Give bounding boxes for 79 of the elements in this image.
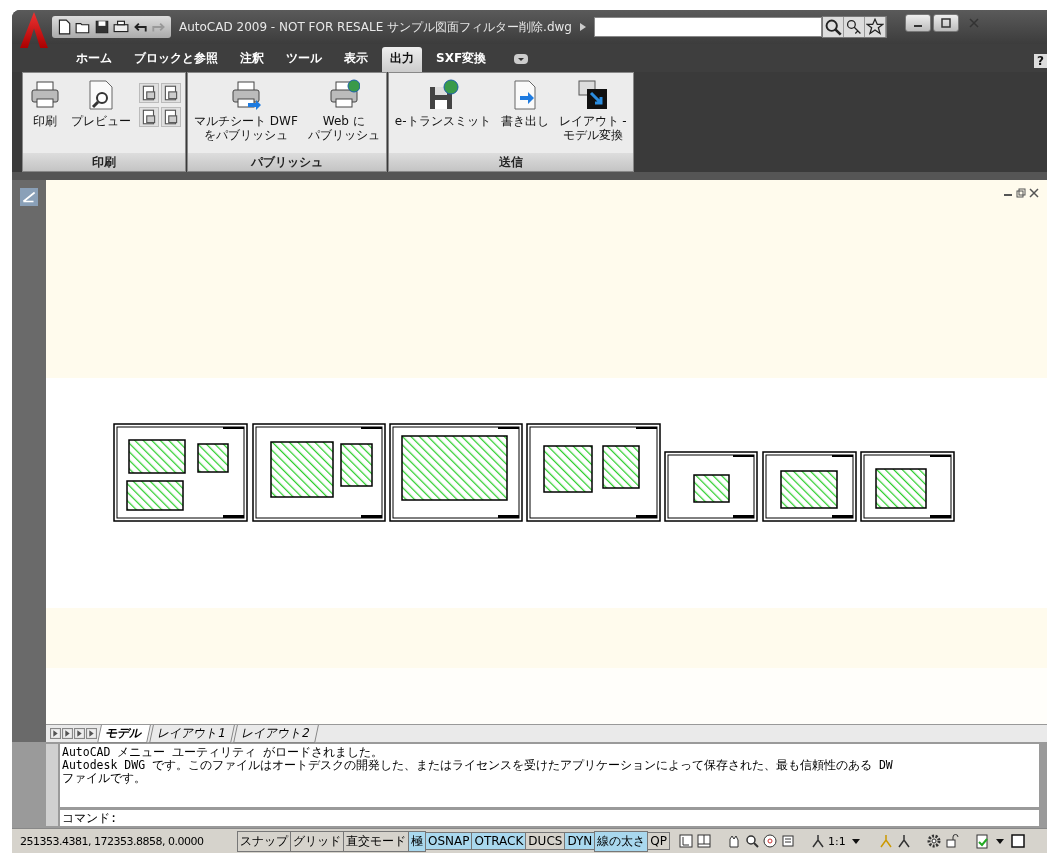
command-grip[interactable] bbox=[46, 744, 58, 826]
layout-icon[interactable] bbox=[695, 833, 712, 849]
maximize-button[interactable] bbox=[933, 14, 959, 32]
ribbon-tab[interactable]: ツール bbox=[278, 47, 330, 72]
panel-title: パブリッシュ bbox=[188, 153, 386, 171]
tab-scroll-button[interactable] bbox=[62, 728, 73, 739]
status-toggle[interactable]: スナップ bbox=[237, 830, 291, 852]
restore-icon[interactable] bbox=[1016, 188, 1026, 198]
status-toggle[interactable]: グリッド bbox=[290, 830, 344, 852]
annotation-scale[interactable]: 1:1 bbox=[827, 834, 846, 848]
close-icon[interactable] bbox=[1029, 188, 1039, 198]
layout-arrow-icon bbox=[576, 79, 609, 111]
printer-icon bbox=[29, 79, 61, 111]
autoscale-icon[interactable] bbox=[895, 833, 912, 849]
ribbon-button[interactable]: e-トランスミット bbox=[392, 79, 493, 128]
status-toggle[interactable]: 直交モード bbox=[343, 830, 409, 852]
minimize-button[interactable] bbox=[905, 14, 931, 32]
help-button[interactable]: ? bbox=[1034, 54, 1047, 68]
zoom-icon[interactable] bbox=[743, 833, 760, 849]
ribbon-button[interactable]: 印刷 bbox=[27, 79, 63, 128]
page-setup-icon[interactable] bbox=[161, 107, 181, 127]
ribbon-tab[interactable]: SXF変換 bbox=[428, 47, 495, 72]
history-line: Autodesk DWG です。このファイルはオートデスクの開発した、またはライセンスを受けたアプリケーションによって保存された、最も信頼性のある DW bbox=[62, 759, 894, 772]
panel-title: 印刷 bbox=[23, 153, 185, 171]
status-toggle[interactable]: 線の太さ bbox=[594, 830, 649, 852]
new-file-icon[interactable] bbox=[56, 19, 72, 35]
showmotion-icon[interactable] bbox=[779, 833, 796, 849]
window-title: AutoCAD 2009 - NOT FOR RESALE サンプル図面フィルター削除.dwg bbox=[179, 18, 572, 36]
drawing-area[interactable]: モデル レイアウト1 レイアウト2 bbox=[46, 180, 1047, 742]
ribbon-tab[interactable]: 表示 bbox=[336, 47, 376, 72]
ribbon-button[interactable]: 書き出し bbox=[498, 79, 551, 128]
tab-scroll-button[interactable] bbox=[50, 728, 61, 739]
clean-screen-icon[interactable] bbox=[1009, 833, 1026, 849]
save-icon[interactable] bbox=[94, 19, 110, 35]
ribbon-button[interactable]: レイアウト - モデル変換 bbox=[556, 79, 629, 142]
steering-wheel-icon[interactable] bbox=[761, 833, 778, 849]
history-line: ファイルです。 bbox=[62, 772, 147, 785]
gear-icon[interactable] bbox=[925, 833, 942, 849]
ribbon-button[interactable]: Web に パブリッシュ bbox=[305, 79, 382, 142]
ribbon-tab[interactable]: ブロックと参照 bbox=[126, 47, 226, 72]
ribbon-tab[interactable]: 出力 bbox=[382, 47, 422, 72]
key-icon[interactable] bbox=[844, 17, 865, 37]
status-toggle[interactable]: OSNAP bbox=[425, 832, 473, 850]
layout-tab[interactable]: レイアウト2 bbox=[232, 724, 319, 743]
ribbon-button[interactable]: マルチシート DWF をパブリッシュ bbox=[192, 79, 300, 142]
layout-tab[interactable]: モデル bbox=[97, 724, 151, 743]
ribbon-tab[interactable]: 注釈 bbox=[232, 47, 272, 72]
expand-arrow-icon[interactable] bbox=[580, 23, 586, 31]
status-toggle[interactable]: DUCS bbox=[525, 832, 566, 850]
search-icon[interactable] bbox=[823, 17, 844, 37]
page-setup-icon[interactable] bbox=[161, 83, 181, 103]
coordinates-readout: 251353.4381, 172353.8858, 0.0000 bbox=[19, 834, 205, 848]
status-toggle[interactable]: DYN bbox=[564, 832, 596, 850]
lock-icon[interactable] bbox=[943, 833, 960, 849]
viewport-icon[interactable] bbox=[20, 188, 38, 206]
tab-scroll-button[interactable] bbox=[74, 728, 85, 739]
annotation-scale-icon[interactable] bbox=[809, 833, 826, 849]
status-toggle[interactable]: 極 bbox=[408, 830, 426, 852]
search-field[interactable] bbox=[594, 17, 822, 37]
tab-scroll-button[interactable] bbox=[86, 728, 97, 739]
panel-title: 送信 bbox=[388, 153, 633, 171]
close-icon bbox=[968, 17, 980, 29]
ribbon-button[interactable]: プレビュー bbox=[69, 79, 133, 128]
clipboard-check-icon[interactable] bbox=[973, 833, 990, 849]
printer-arrow-icon bbox=[229, 79, 262, 111]
printer-icon[interactable] bbox=[113, 19, 129, 35]
maximize-icon bbox=[940, 17, 952, 29]
page-setup-icon[interactable] bbox=[139, 107, 159, 127]
layout-tab[interactable]: レイアウト1 bbox=[149, 724, 235, 743]
status-toggle[interactable]: OTRACK bbox=[471, 832, 527, 850]
dropdown-icon[interactable] bbox=[514, 54, 529, 64]
printer-globe-icon bbox=[327, 79, 360, 111]
ribbon-tab[interactable]: ホーム bbox=[68, 47, 120, 72]
star-icon[interactable] bbox=[865, 17, 886, 37]
minimize-icon bbox=[914, 24, 922, 27]
page-setup-icon[interactable] bbox=[139, 83, 159, 103]
history-line: AutoCAD メニュー ユーティリティ がロードされました。 bbox=[62, 746, 385, 759]
status-toggle[interactable]: QP bbox=[647, 832, 670, 850]
model-space-icon[interactable] bbox=[677, 833, 694, 849]
